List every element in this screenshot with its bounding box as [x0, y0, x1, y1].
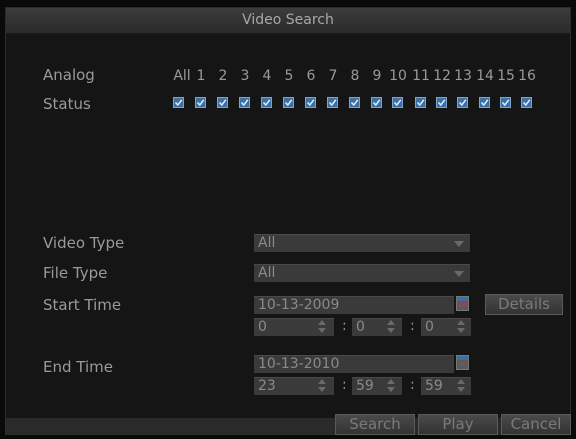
time-colon: :	[410, 318, 415, 334]
file-type-select[interactable]: All	[254, 264, 470, 282]
video-type-value: All	[258, 235, 276, 251]
end-time-label: End Time	[43, 358, 113, 376]
channel-checkbox[interactable]	[457, 97, 468, 108]
channel-label: 6	[306, 68, 316, 84]
channel-checkbox[interactable]	[217, 97, 228, 108]
status-label: Status	[43, 95, 91, 113]
calendar-icon[interactable]: 26	[456, 355, 469, 370]
video-search-dialog: Video Search Analog Status All Video Typ…	[5, 7, 571, 435]
channel-label: 5	[284, 68, 294, 84]
channel-label: 1	[196, 68, 206, 84]
video-type-select[interactable]: All	[254, 234, 470, 252]
channel-label: 3	[240, 68, 250, 84]
spinner-icon[interactable]	[317, 320, 327, 334]
chevron-down-icon	[454, 271, 464, 277]
start-date-input[interactable]: 10-13-2009	[254, 296, 454, 314]
channel-checkbox[interactable]	[327, 97, 338, 108]
cancel-button[interactable]: Cancel	[501, 414, 571, 435]
chevron-down-icon	[454, 241, 464, 247]
channel-checkbox[interactable]	[500, 97, 511, 108]
channel-checkbox[interactable]	[195, 97, 206, 108]
channel-checkbox[interactable]	[349, 97, 360, 108]
channel-label: 10	[389, 68, 407, 84]
spinner-icon[interactable]	[386, 320, 396, 334]
channel-label: 11	[412, 68, 430, 84]
channel-checkbox[interactable]	[521, 97, 532, 108]
time-colon: :	[410, 377, 415, 393]
calendar-day: 26	[458, 301, 467, 309]
search-button[interactable]: Search	[335, 414, 415, 435]
end-date-input[interactable]: 10-13-2010	[254, 355, 454, 373]
channel-checkbox[interactable]	[371, 97, 382, 108]
channel-checkbox[interactable]	[436, 97, 447, 108]
calendar-icon[interactable]: 26	[456, 296, 469, 311]
channel-checkbox[interactable]	[479, 97, 490, 108]
channel-label: 2	[218, 68, 228, 84]
calendar-day: 26	[458, 360, 467, 368]
channel-checkbox[interactable]	[239, 97, 250, 108]
spinner-icon[interactable]	[317, 379, 327, 393]
channel-label: 12	[433, 68, 451, 84]
channel-label: 14	[476, 68, 494, 84]
file-type-value: All	[258, 265, 276, 281]
channel-label: 16	[518, 68, 536, 84]
channel-all-checkbox[interactable]	[173, 97, 184, 108]
channel-checkbox[interactable]	[261, 97, 272, 108]
time-colon: :	[342, 318, 347, 334]
channel-label: 4	[262, 68, 272, 84]
start-time-label: Start Time	[43, 296, 122, 314]
spinner-icon[interactable]	[386, 379, 396, 393]
spinner-icon[interactable]	[456, 320, 466, 334]
channel-label: 7	[328, 68, 338, 84]
channel-label: 8	[350, 68, 360, 84]
channel-checkbox[interactable]	[283, 97, 294, 108]
dialog-title: Video Search	[6, 8, 570, 34]
channel-label: 13	[454, 68, 472, 84]
channel-label: 9	[372, 68, 382, 84]
spinner-icon[interactable]	[456, 379, 466, 393]
channel-checkbox[interactable]	[305, 97, 316, 108]
channel-label: 15	[497, 68, 515, 84]
channel-checkbox[interactable]	[392, 97, 403, 108]
details-button[interactable]: Details	[485, 294, 563, 315]
play-button[interactable]: Play	[418, 414, 498, 435]
file-type-label: File Type	[43, 264, 108, 282]
channel-checkbox[interactable]	[415, 97, 426, 108]
analog-label: Analog	[43, 66, 95, 84]
time-colon: :	[342, 377, 347, 393]
video-type-label: Video Type	[43, 234, 125, 252]
